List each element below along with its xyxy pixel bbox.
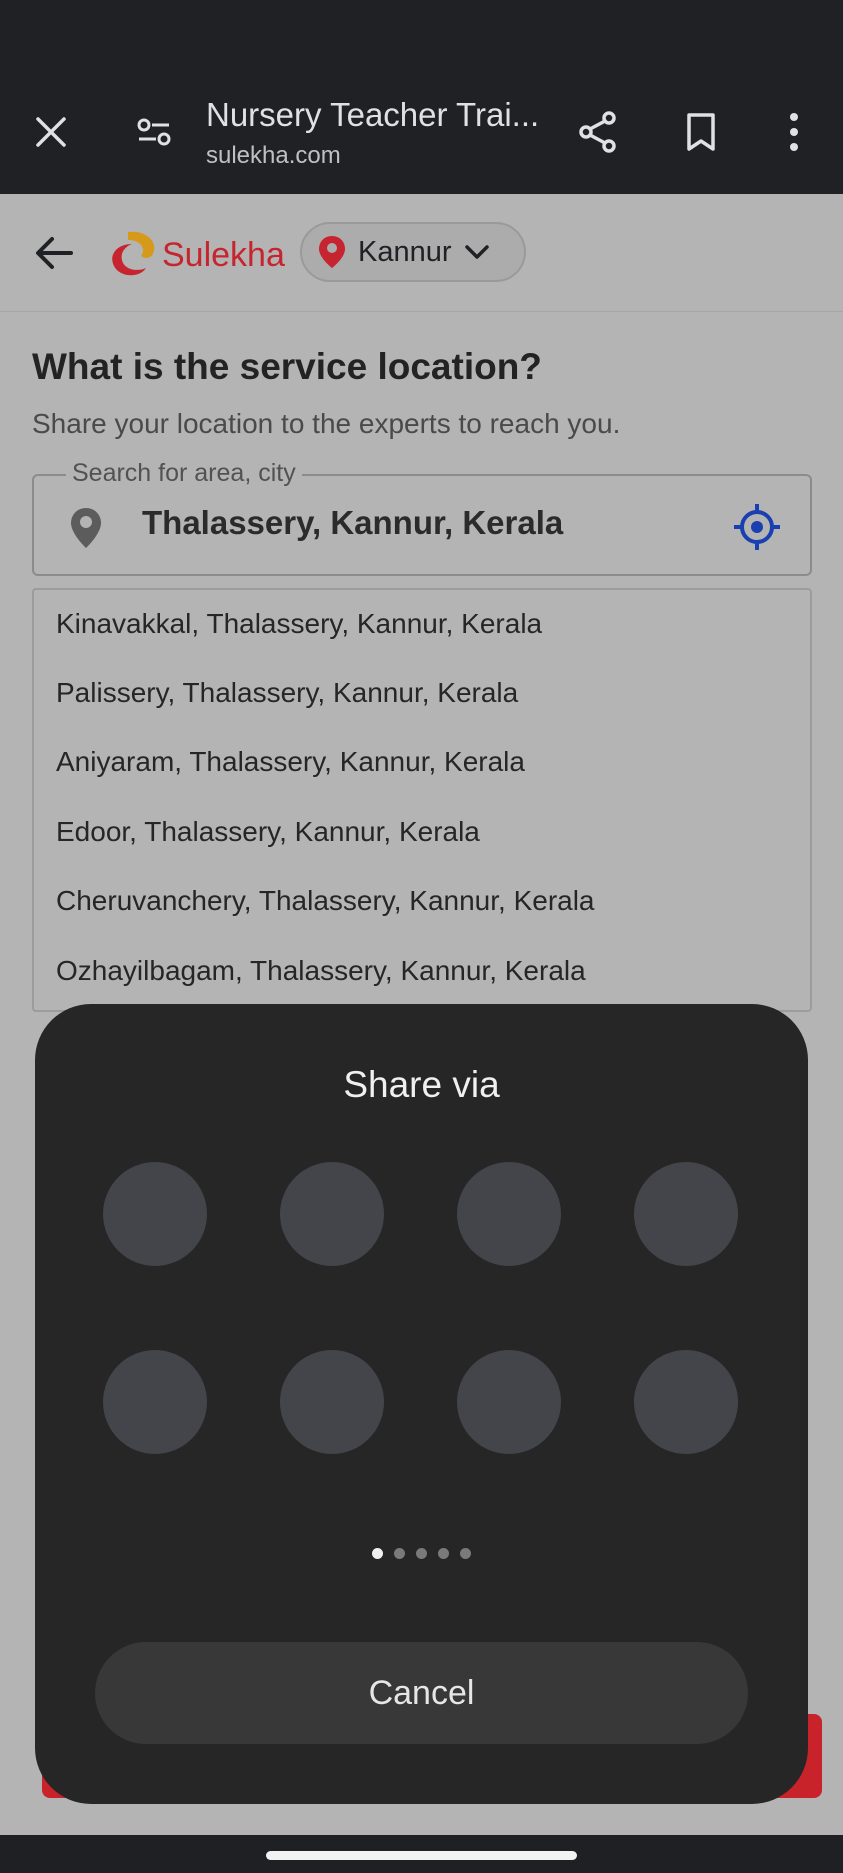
screen: Nursery Teacher Trai... sulekha.com Sule… (0, 0, 843, 1873)
cancel-button[interactable]: Cancel (95, 1642, 748, 1744)
page-indicator (35, 1548, 808, 1559)
bookmark-icon[interactable] (675, 106, 727, 158)
sulekha-logo-icon (112, 231, 155, 276)
share-app-placeholder[interactable] (103, 1162, 207, 1266)
home-gesture-handle[interactable] (266, 1851, 577, 1860)
share-app-placeholder[interactable] (457, 1162, 561, 1266)
site-settings-icon[interactable] (128, 106, 180, 158)
logo-text: Sulekha (162, 236, 285, 274)
location-search-field[interactable]: Search for area, city (32, 459, 812, 576)
page-domain[interactable]: sulekha.com (206, 142, 341, 170)
location-pin-icon (319, 236, 345, 268)
form-heading: What is the service location? (32, 346, 542, 387)
share-app-placeholder[interactable] (280, 1162, 384, 1266)
share-icon[interactable] (572, 106, 624, 158)
page-dot (394, 1548, 405, 1559)
suggestion-list: Kinavakkal, Thalassery, Kannur, Kerala P… (32, 588, 812, 1012)
location-search-input[interactable] (142, 504, 702, 542)
suggestion-item[interactable]: Cheruvanchery, Thalassery, Kannur, Keral… (56, 885, 595, 917)
share-app-placeholder[interactable] (103, 1350, 207, 1454)
share-app-placeholder[interactable] (457, 1350, 561, 1454)
back-arrow-icon[interactable] (28, 228, 80, 278)
share-sheet-title: Share via (343, 1064, 500, 1105)
page-dot (460, 1548, 471, 1559)
browser-toolbar: Nursery Teacher Trai... sulekha.com (0, 70, 843, 194)
page-dot (372, 1548, 383, 1559)
city-name: Kannur (358, 235, 452, 268)
sulekha-logo[interactable]: Sulekha (106, 228, 286, 282)
status-bar (0, 0, 843, 70)
search-field-label: Search for area, city (66, 459, 302, 488)
city-selector[interactable]: Kannur (300, 222, 526, 282)
navigation-bar (0, 1835, 843, 1873)
page-dot (438, 1548, 449, 1559)
location-pin-icon (71, 508, 101, 548)
share-app-placeholder[interactable] (634, 1350, 738, 1454)
suggestion-item[interactable]: Palissery, Thalassery, Kannur, Kerala (56, 677, 518, 709)
close-icon[interactable] (25, 106, 77, 158)
more-vert-icon[interactable] (768, 106, 820, 158)
chevron-down-icon (464, 245, 489, 259)
share-app-placeholder[interactable] (634, 1162, 738, 1266)
suggestion-item[interactable]: Edoor, Thalassery, Kannur, Kerala (56, 816, 480, 848)
page-title[interactable]: Nursery Teacher Trai... (206, 96, 546, 134)
my-location-icon[interactable] (732, 502, 782, 552)
share-app-placeholder[interactable] (280, 1350, 384, 1454)
share-sheet: Share via Cancel (35, 1004, 808, 1804)
suggestion-item[interactable]: Ozhayilbagam, Thalassery, Kannur, Kerala (56, 955, 586, 987)
form-subheading: Share your location to the experts to re… (32, 408, 621, 439)
site-header: Sulekha Kannur (0, 194, 843, 312)
suggestion-item[interactable]: Aniyaram, Thalassery, Kannur, Kerala (56, 746, 525, 778)
suggestion-item[interactable]: Kinavakkal, Thalassery, Kannur, Kerala (56, 608, 542, 640)
page-dot (416, 1548, 427, 1559)
